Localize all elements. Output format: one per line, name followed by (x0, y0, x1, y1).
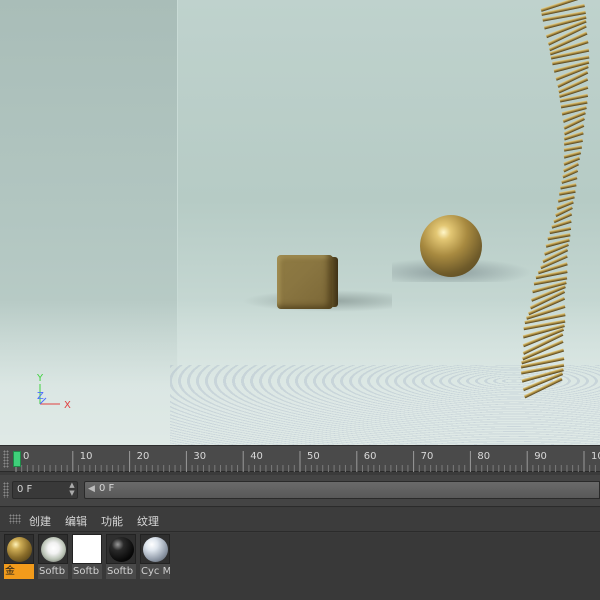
sculpture-slat (563, 145, 583, 152)
cyc-material-icon (143, 537, 168, 562)
timeline-tick-label: 30 (193, 451, 207, 462)
spin-down-icon[interactable]: ▼ (66, 489, 78, 497)
white-material-icon (73, 535, 101, 563)
axis-gizmo: Y Z X (34, 372, 84, 412)
timeline-tick-label: 50 (307, 451, 320, 462)
timeline-tick-label: 0 (23, 451, 30, 462)
material-label-softbox-1[interactable]: Softb (38, 564, 68, 579)
material-thumb-softbox-2[interactable] (72, 534, 102, 564)
frame-slider-label: 0 F (99, 483, 115, 494)
black-material-icon (109, 537, 134, 562)
frame-bar-grip-icon[interactable] (3, 482, 9, 498)
soft-light-material-icon (41, 537, 66, 562)
menu-create[interactable]: 创建 (29, 513, 51, 529)
timeline-tick-label: 40 (250, 451, 263, 462)
axis-z-label: Z (37, 391, 44, 402)
timeline-playhead[interactable] (13, 451, 21, 467)
material-label-cyc[interactable]: Cyc M (140, 564, 170, 579)
gold-cube-object[interactable] (277, 255, 338, 309)
frame-slider[interactable] (84, 481, 600, 499)
material-thumb-softbox-1[interactable] (38, 534, 68, 564)
material-manager-menu-bar (0, 508, 600, 532)
sculpture-slat (558, 189, 576, 196)
material-label-softbox-2[interactable]: Softb (72, 564, 102, 579)
timeline-tick-label: 20 (136, 451, 150, 462)
sculpture-slat (560, 183, 577, 190)
material-label-softbox-3[interactable]: Softb (106, 564, 136, 579)
gold-material-icon (7, 537, 32, 562)
spin-up-icon[interactable]: ▲ (66, 481, 78, 489)
axis-x-label: X (64, 400, 71, 411)
timeline-tick-label: 100 (591, 451, 600, 462)
timeline-tick-label: 80 (477, 451, 491, 462)
timeline-tick-label: 10 (79, 451, 93, 462)
material-thumb-softbox-3[interactable] (106, 534, 136, 564)
gold-sphere-object[interactable] (420, 215, 482, 277)
frame-stepper[interactable]: ▲ ▼ (66, 481, 78, 499)
timeline-tick-label: 90 (534, 451, 547, 462)
menu-function[interactable]: 功能 (101, 513, 123, 529)
gold-spiral-sculpture[interactable] (500, 0, 600, 420)
timeline-tick-label: 60 (363, 451, 377, 462)
material-label-gold[interactable]: 金 (4, 564, 34, 579)
menu-edit[interactable]: 编辑 (65, 513, 87, 529)
menu-texture[interactable]: 纹理 (137, 513, 159, 529)
timeline-tick-label: 70 (420, 451, 434, 462)
material-thumb-gold[interactable] (4, 534, 34, 564)
material-thumb-cyc[interactable] (140, 534, 170, 564)
3d-viewport[interactable]: Y Z X (0, 0, 600, 445)
slider-left-arrow-icon[interactable]: ◀ (88, 484, 95, 494)
axis-y-label: Y (37, 373, 44, 384)
material-manager-grip-icon[interactable] (9, 514, 21, 524)
